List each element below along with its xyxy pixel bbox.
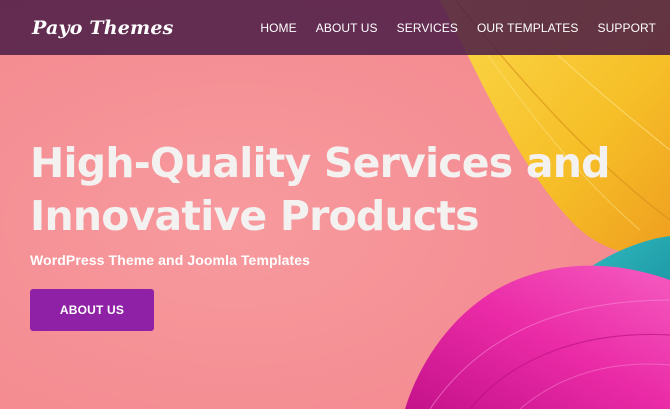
- main-menu: HOME ABOUT US SERVICES OUR TEMPLATES SUP…: [260, 21, 656, 35]
- hero-subtitle: WordPress Theme and Joomla Templates: [30, 252, 311, 268]
- site-logo[interactable]: Payo Themes: [32, 17, 174, 39]
- hero-headline: High-Quality Services and Innovative Pro…: [30, 137, 670, 243]
- about-us-button[interactable]: ABOUT US: [30, 289, 154, 331]
- nav-item-services[interactable]: SERVICES: [397, 21, 458, 35]
- nav-item-our-templates[interactable]: OUR TEMPLATES: [477, 21, 579, 35]
- top-navigation-bar: Payo Themes HOME ABOUT US SERVICES OUR T…: [0, 0, 670, 55]
- hero-headline-line-2: Innovative Products: [30, 192, 480, 240]
- hero-section: Payo Themes HOME ABOUT US SERVICES OUR T…: [0, 0, 670, 409]
- nav-item-home[interactable]: HOME: [260, 21, 296, 35]
- hero-content: High-Quality Services and Innovative Pro…: [30, 137, 670, 331]
- hero-headline-line-1: High-Quality Services and: [30, 139, 610, 187]
- nav-item-about-us[interactable]: ABOUT US: [316, 21, 378, 35]
- nav-item-support[interactable]: SUPPORT: [598, 21, 657, 35]
